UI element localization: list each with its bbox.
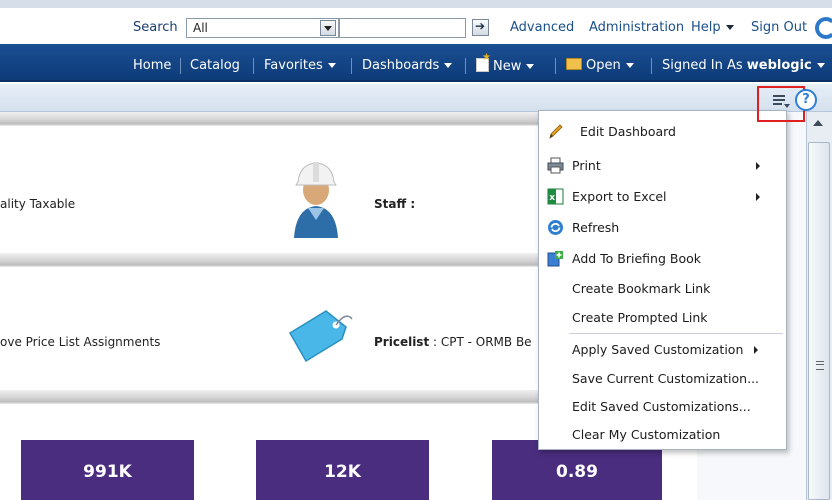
signed-in-as-label: Signed In As xyxy=(662,58,743,73)
menu-item-label: Create Prompted Link xyxy=(572,310,708,325)
nav-divider xyxy=(465,58,466,74)
scrollbar-thumb[interactable] xyxy=(808,142,830,500)
menu-item-label: Print xyxy=(572,158,601,173)
nav-catalog[interactable]: Catalog xyxy=(190,58,240,73)
kpi-value: 0.89 xyxy=(556,462,598,482)
menu-item-label: Create Bookmark Link xyxy=(572,281,711,296)
menu-item-label: Edit Saved Customizations... xyxy=(572,399,751,414)
pencil-icon xyxy=(549,124,563,139)
oracle-logo-icon xyxy=(815,17,832,39)
help-menu[interactable]: Help xyxy=(691,20,734,35)
menu-item-label: Export to Excel xyxy=(572,189,667,204)
nav-open[interactable]: Open xyxy=(566,58,634,73)
staff-separator: : xyxy=(406,197,416,211)
menu-item-create-prompted-link[interactable]: Create Prompted Link xyxy=(539,304,786,332)
nav-signed-in-as[interactable]: Signed In As weblogic xyxy=(662,58,825,73)
nav-divider xyxy=(253,58,254,74)
menu-item-print[interactable]: Print xyxy=(539,152,786,180)
nav-new[interactable]: New xyxy=(476,52,534,74)
menu-item-label: Apply Saved Customization xyxy=(572,342,744,357)
pricelist-label: Pricelist xyxy=(374,335,430,349)
advanced-link[interactable]: Advanced xyxy=(510,20,574,35)
page-toolbar xyxy=(0,84,832,112)
search-go-icon[interactable] xyxy=(472,19,489,36)
nav-open-label: Open xyxy=(586,58,621,73)
nav-divider xyxy=(351,58,352,74)
page-options-menu: Edit Dashboard Print x Export to Excel R… xyxy=(538,110,787,450)
top-search-bar: Search All Advanced Administration Help … xyxy=(0,0,832,44)
svg-text:x: x xyxy=(549,193,555,203)
nav-dashboards[interactable]: Dashboards xyxy=(362,58,452,73)
nav-divider xyxy=(555,58,556,74)
menu-item-edit-saved-customizations[interactable]: Edit Saved Customizations... xyxy=(539,393,786,421)
kpi-value: 991K xyxy=(83,462,132,482)
printer-icon xyxy=(547,157,564,174)
staff-label: Staff xyxy=(374,197,407,211)
nav-favorites[interactable]: Favorites xyxy=(264,58,336,73)
nav-divider xyxy=(180,58,181,74)
price-tag-icon xyxy=(288,310,353,363)
search-input[interactable] xyxy=(339,18,466,38)
row1-left-text: ality Taxable xyxy=(0,197,76,211)
row2-left-text: ove Price List Assignments xyxy=(0,335,161,349)
kpi-tile[interactable]: 991K xyxy=(21,440,194,500)
search-scope-value: All xyxy=(193,21,208,35)
menu-item-label: Save Current Customization... xyxy=(572,371,760,386)
kpi-tile[interactable]: 12K xyxy=(256,440,429,500)
help-label: Help xyxy=(691,20,721,35)
menu-item-clear-my-customization[interactable]: Clear My Customization xyxy=(539,421,786,449)
staff-field: Staff : xyxy=(374,197,415,211)
menu-item-label: Refresh xyxy=(572,220,620,235)
new-document-icon xyxy=(476,52,491,72)
refresh-icon xyxy=(548,220,563,235)
administration-link[interactable]: Administration xyxy=(589,20,684,35)
search-scope-select[interactable]: All xyxy=(186,18,339,38)
menu-item-export-to-excel[interactable]: x Export to Excel xyxy=(539,183,786,211)
menu-item-create-bookmark-link[interactable]: Create Bookmark Link xyxy=(539,275,786,303)
submenu-arrow-icon xyxy=(754,346,758,354)
signed-in-user: weblogic xyxy=(746,58,812,73)
global-header: Home Catalog Favorites Dashboards New Op… xyxy=(0,44,832,82)
submenu-arrow-icon xyxy=(756,162,760,170)
chevron-down-icon[interactable] xyxy=(320,20,336,36)
folder-icon xyxy=(566,58,582,70)
menu-item-label: Edit Dashboard xyxy=(580,124,676,139)
kpi-value: 12K xyxy=(324,462,361,482)
menu-item-label: Clear My Customization xyxy=(572,427,721,442)
search-label: Search xyxy=(133,20,178,35)
help-icon[interactable]: ? xyxy=(795,89,817,111)
excel-icon: x xyxy=(547,188,564,205)
menu-item-edit-dashboard[interactable]: Edit Dashboard xyxy=(539,118,786,146)
menu-item-save-current-customization[interactable]: Save Current Customization... xyxy=(539,365,786,393)
briefing-book-icon xyxy=(547,251,563,267)
pricelist-value: : CPT - ORMB Be xyxy=(429,335,532,349)
staff-worker-icon xyxy=(294,162,338,238)
menu-item-apply-saved-customization[interactable]: Apply Saved Customization xyxy=(539,336,786,364)
scroll-up-icon[interactable] xyxy=(813,120,823,126)
nav-home[interactable]: Home xyxy=(133,58,171,73)
menu-item-label: Add To Briefing Book xyxy=(572,251,701,266)
menu-item-add-to-briefing-book[interactable]: Add To Briefing Book xyxy=(539,245,786,273)
nav-favorites-label: Favorites xyxy=(264,58,323,73)
menu-item-refresh[interactable]: Refresh xyxy=(539,214,786,242)
submenu-arrow-icon xyxy=(756,193,760,201)
nav-new-label: New xyxy=(493,59,522,74)
menu-separator xyxy=(569,333,783,334)
nav-divider xyxy=(651,58,652,74)
nav-dashboards-label: Dashboards xyxy=(362,58,440,73)
page-options-icon[interactable] xyxy=(773,93,790,109)
sign-out-link[interactable]: Sign Out xyxy=(751,20,807,35)
pricelist-field: Pricelist : CPT - ORMB Be xyxy=(374,335,532,349)
